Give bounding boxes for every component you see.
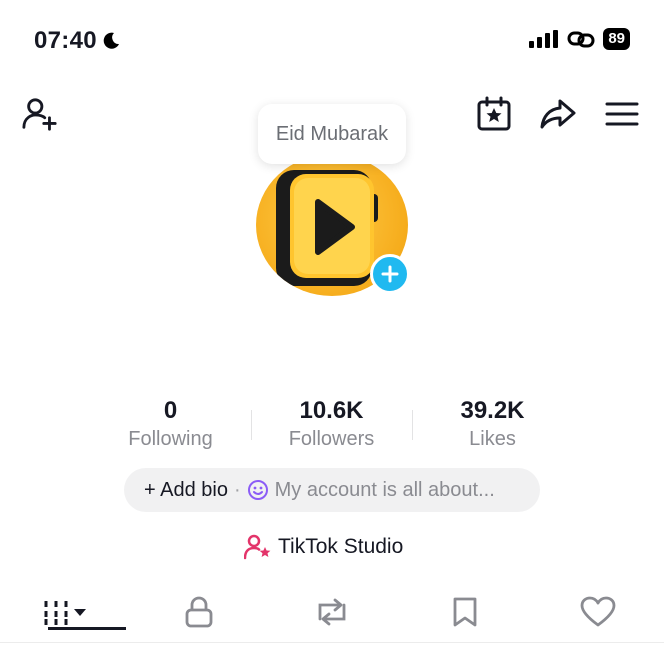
bookmark-icon [453,597,477,627]
lock-icon [185,596,213,628]
stat-label: Likes [469,428,516,450]
tab-private[interactable] [133,582,266,642]
add-friend-icon[interactable] [22,96,58,132]
stat-following[interactable]: 0 Following [90,396,251,456]
moon-icon [103,32,119,49]
status-bubble[interactable]: Eid Mubarak [258,104,406,164]
add-bio-button[interactable]: + Add bio · My account is all about... [124,468,540,512]
share-icon[interactable] [540,96,576,132]
menu-icon[interactable] [604,96,640,132]
tab-liked[interactable] [531,582,664,642]
stat-value: 0 [163,397,178,424]
studio-label: TikTok Studio [278,535,404,558]
profile-tabs [0,582,664,642]
tab-divider [0,642,664,643]
plus-icon [381,265,399,283]
tab-videos[interactable] [0,582,133,642]
status-indicators: 89 [529,28,630,50]
stat-followers[interactable]: 10.6K Followers [251,396,412,456]
battery-icon: 89 [603,28,630,50]
add-avatar-button[interactable] [370,254,410,294]
signal-icon [529,30,559,48]
bio-separator: · [233,478,241,501]
tab-reposts[interactable] [266,582,399,642]
stat-value: 39.2K [460,397,525,424]
add-bio-label: + Add bio [144,478,228,501]
stat-label: Followers [288,428,375,450]
clock-text: 07:40 [34,27,97,54]
status-time: 07:40 [34,27,121,55]
stat-likes[interactable]: 39.2K Likes [412,396,573,456]
link-icon [567,31,595,48]
stat-value: 10.6K [299,397,364,424]
stat-label: Following [128,428,213,450]
videos-grid-icon [44,601,87,625]
profile-avatar[interactable] [256,154,410,296]
repost-icon [318,598,346,626]
calendar-star-icon[interactable] [476,96,512,132]
smiley-icon [247,480,268,500]
tiktok-studio-link[interactable]: TikTok Studio [244,532,403,562]
bio-placeholder: My account is all about... [274,478,495,501]
profile-stats: 0 Following 10.6K Followers 39.2K Likes [90,396,574,456]
heart-icon [580,596,615,627]
tab-favorites[interactable] [398,582,531,642]
studio-icon [244,534,271,560]
